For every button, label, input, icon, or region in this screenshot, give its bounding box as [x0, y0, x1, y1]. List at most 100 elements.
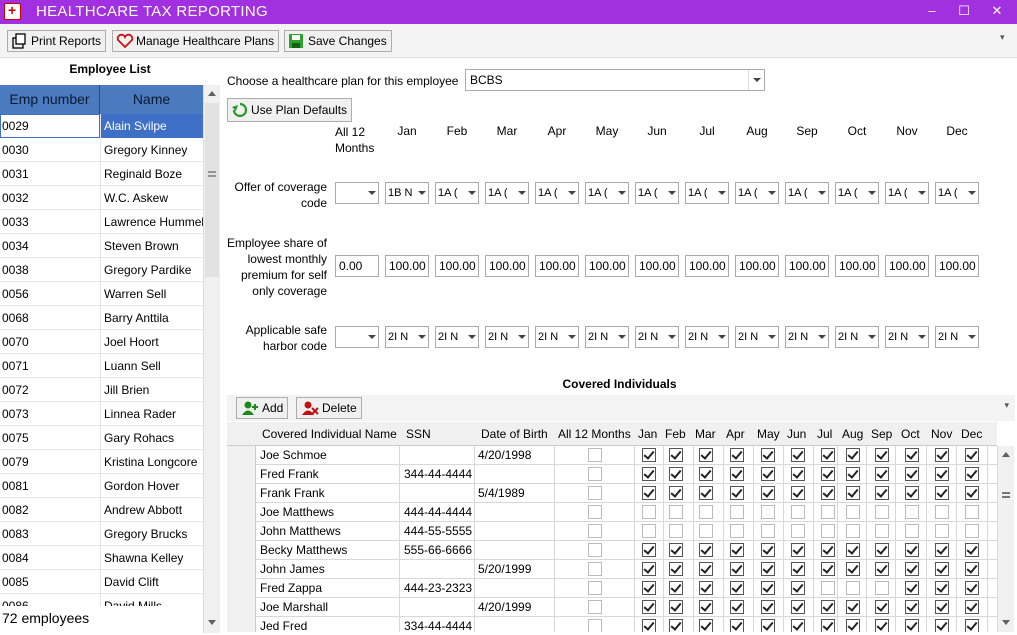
ci-month-checkbox-mar[interactable] [699, 619, 713, 632]
ci-month-checkbox-jun[interactable] [791, 467, 805, 481]
emp-number-cell[interactable]: 0038 [2, 263, 98, 277]
ci-month-checkbox-jan[interactable] [642, 524, 656, 538]
emp-name-cell[interactable]: W.C. Askew [104, 191, 203, 205]
ci-dob-cell[interactable]: 5/20/1999 [478, 562, 531, 576]
row-header-cell[interactable] [227, 617, 256, 632]
share-input-jan[interactable]: 100.00 [385, 255, 429, 277]
ci-month-checkbox-oct[interactable] [905, 562, 919, 576]
ci-month-checkbox-jul[interactable] [821, 600, 835, 614]
ci-scroll-down-icon[interactable] [1002, 620, 1010, 625]
ci-month-checkbox-jan[interactable] [642, 619, 656, 632]
ci-month-checkbox-mar[interactable] [699, 562, 713, 576]
ci-month-checkbox-may[interactable] [761, 467, 775, 481]
employee-row[interactable]: 0086 David Mills [0, 594, 203, 606]
emp-number-cell[interactable]: 0081 [2, 479, 98, 493]
ci-month-checkbox-oct[interactable] [905, 581, 919, 595]
ci-month-checkbox-sep[interactable] [875, 581, 889, 595]
covered-row[interactable]: Joe Schmoe 4/20/1998 [227, 446, 997, 465]
share-input-oct[interactable]: 100.00 [835, 255, 879, 277]
chevron-down-icon[interactable] [716, 327, 728, 347]
ci-name-header[interactable]: Covered Individual Name [262, 427, 397, 441]
ci-all-checkbox[interactable] [588, 524, 602, 538]
employee-row[interactable]: 0029 Alain Svilpe [0, 114, 203, 138]
ci-month-checkbox-jul[interactable] [821, 486, 835, 500]
ci-month-checkbox-nov[interactable] [935, 524, 949, 538]
employee-row[interactable]: 0079 Kristina Longcore [0, 450, 203, 474]
emp-name-cell[interactable]: Lawrence Hummel [104, 215, 203, 229]
emp-number-cell[interactable]: 0031 [2, 167, 98, 181]
chevron-down-icon[interactable] [816, 327, 828, 347]
share-input-may[interactable]: 100.00 [585, 255, 629, 277]
ci-month-checkbox-oct[interactable] [905, 467, 919, 481]
offer-select-may[interactable]: 1A ( [585, 182, 629, 204]
covered-row[interactable]: Joe Marshall 4/20/1999 [227, 598, 997, 617]
ci-month-checkbox-jan[interactable] [642, 543, 656, 557]
ci-all-checkbox[interactable] [588, 562, 602, 576]
employee-row[interactable]: 0032 W.C. Askew [0, 186, 203, 210]
ci-name-cell[interactable]: Frank Frank [260, 486, 325, 500]
ci-month-checkbox-sep[interactable] [875, 543, 889, 557]
ci-ssn-cell[interactable]: 555-66-6666 [404, 543, 472, 557]
scroll-thumb[interactable] [205, 103, 219, 277]
scroll-up-icon[interactable] [208, 91, 216, 96]
ci-month-checkbox-may[interactable] [761, 562, 775, 576]
covered-row[interactable]: Fred Zappa 444-23-2323 [227, 579, 997, 598]
ci-month-checkbox-oct[interactable] [905, 448, 919, 462]
emp-name-cell[interactable]: Gregory Brucks [104, 527, 203, 541]
ci-month-checkbox-aug[interactable] [846, 562, 860, 576]
ci-month-checkbox-may[interactable] [761, 524, 775, 538]
chevron-down-icon[interactable] [516, 327, 528, 347]
emp-number-cell[interactable]: 0072 [2, 383, 98, 397]
ci-month-checkbox-dec[interactable] [965, 467, 979, 481]
ci-month-checkbox-aug[interactable] [846, 581, 860, 595]
ci-month-checkbox-jun[interactable] [791, 486, 805, 500]
emp-number-cell[interactable]: 0033 [2, 215, 98, 229]
harbor-select-aug[interactable]: 2I N [735, 326, 779, 348]
chevron-down-icon[interactable] [516, 183, 528, 203]
ci-month-checkbox-oct[interactable] [905, 524, 919, 538]
employee-row[interactable]: 0070 Joel Hoort [0, 330, 203, 354]
row-header-cell[interactable] [227, 541, 256, 560]
emp-number-cell[interactable]: 0030 [2, 143, 98, 157]
ci-month-checkbox-jun[interactable] [791, 619, 805, 632]
offer-select-mar[interactable]: 1A ( [485, 182, 529, 204]
covered-row[interactable]: John Matthews 444-55-5555 [227, 522, 997, 541]
ci-month-checkbox-may[interactable] [761, 486, 775, 500]
offer-select-nov[interactable]: 1A ( [885, 182, 929, 204]
ci-all-checkbox[interactable] [588, 467, 602, 481]
emp-number-column-header[interactable]: Emp number [0, 85, 100, 114]
chevron-down-icon[interactable] [666, 183, 678, 203]
chevron-down-icon[interactable] [748, 70, 764, 90]
employee-row[interactable]: 0081 Gordon Hover [0, 474, 203, 498]
ci-month-checkbox-jul[interactable] [821, 505, 835, 519]
ci-month-checkbox-feb[interactable] [669, 581, 683, 595]
emp-name-cell[interactable]: Gregory Pardike [104, 263, 203, 277]
offer-select-feb[interactable]: 1A ( [435, 182, 479, 204]
ci-month-checkbox-sep[interactable] [875, 505, 889, 519]
ci-month-checkbox-apr[interactable] [730, 505, 744, 519]
ci-month-checkbox-dec[interactable] [965, 505, 979, 519]
offer-select-jun[interactable]: 1A ( [635, 182, 679, 204]
chevron-down-icon[interactable] [416, 183, 428, 203]
ci-name-cell[interactable]: Becky Matthews [260, 543, 347, 557]
harbor-select-apr[interactable]: 2I N [535, 326, 579, 348]
ci-month-checkbox-dec[interactable] [965, 486, 979, 500]
emp-name-cell[interactable]: Andrew Abbott [104, 503, 203, 517]
ci-month-checkbox-jun[interactable] [791, 524, 805, 538]
harbor-select-jun[interactable]: 2I N [635, 326, 679, 348]
harbor-select-jan[interactable]: 2I N [385, 326, 429, 348]
emp-number-cell[interactable]: 0029 [2, 119, 98, 133]
emp-name-cell[interactable]: Kristina Longcore [104, 455, 203, 469]
ci-name-cell[interactable]: Fred Zappa [260, 581, 322, 595]
emp-name-cell[interactable]: Steven Brown [104, 239, 203, 253]
ci-month-checkbox-mar[interactable] [699, 600, 713, 614]
chevron-down-icon[interactable] [466, 183, 478, 203]
employee-row[interactable]: 0038 Gregory Pardike [0, 258, 203, 282]
emp-name-cell[interactable]: Joel Hoort [104, 335, 203, 349]
chevron-down-icon[interactable] [916, 327, 928, 347]
ci-month-header-mar[interactable]: Mar [695, 427, 716, 441]
ci-all-checkbox[interactable] [588, 448, 602, 462]
ci-month-checkbox-mar[interactable] [699, 505, 713, 519]
ci-scroll-up-icon[interactable] [1002, 452, 1010, 457]
ci-month-checkbox-sep[interactable] [875, 467, 889, 481]
